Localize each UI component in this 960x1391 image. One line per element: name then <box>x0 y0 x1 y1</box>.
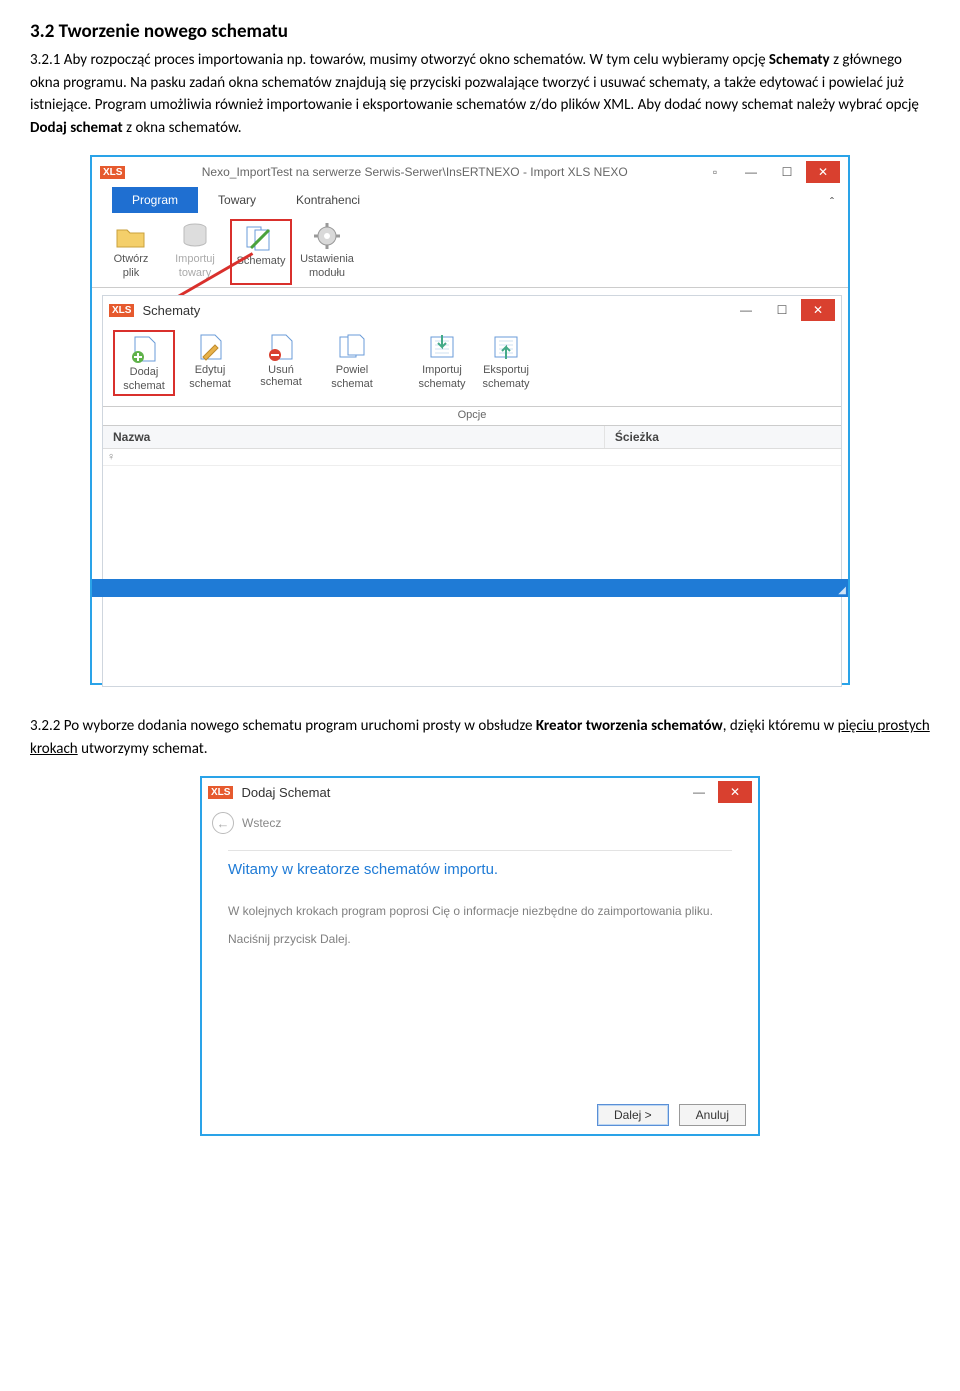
schematy-icon <box>244 223 278 253</box>
titlebar: XLS Nexo_ImportTest na serwerze Serwis-S… <box>92 157 848 187</box>
highlighted-group: Schematy <box>230 219 292 285</box>
xls-badge-icon: XLS <box>208 786 233 799</box>
schematy-subwindow: XLS Schematy — ☐ ✕ Dodaj schemat <box>102 295 842 687</box>
wizard-body: Witamy w kreatorze schematów importu. W … <box>202 840 758 970</box>
window-title: Nexo_ImportTest na serwerze Serwis-Serwe… <box>133 165 696 179</box>
text: z okna schematów. <box>123 119 242 137</box>
text: utworzymy schemat. <box>78 740 208 758</box>
column-nazwa[interactable]: Nazwa <box>103 426 605 448</box>
label: modułu <box>309 267 345 279</box>
highlighted-dodaj: Dodaj schemat <box>113 330 175 396</box>
wizard-back-row: ← Wstecz <box>202 806 758 840</box>
label: schemat <box>331 378 373 390</box>
close-button[interactable]: ✕ <box>718 781 752 803</box>
label: Powiel <box>336 364 368 376</box>
usun-schemat-button[interactable]: Usuń schemat <box>245 330 317 404</box>
importuj-schematy-button[interactable]: Importuj schematy <box>413 330 471 392</box>
label: Importuj <box>175 253 215 265</box>
wizard-heading: Witamy w kreatorze schematów importu. <box>228 850 732 904</box>
import-icon <box>425 332 459 362</box>
minimize-button[interactable]: — <box>729 299 763 321</box>
collapse-ribbon-icon[interactable]: ˆ <box>816 191 848 213</box>
edytuj-schemat-button[interactable]: Edytuj schemat <box>181 330 239 392</box>
label: Edytuj <box>195 364 226 376</box>
database-icon <box>178 221 212 251</box>
wizard-footer: Dalej > Anuluj <box>597 1104 746 1126</box>
gear-icon <box>310 221 344 251</box>
section-heading: 3.2 Tworzenie nowego schematu <box>30 20 930 43</box>
minimize-button[interactable]: — <box>682 781 716 803</box>
ribbon-group-label: Opcje <box>103 407 841 426</box>
column-sciezka[interactable]: Ścieżka <box>605 426 841 448</box>
spacer <box>259 269 262 281</box>
subwindow-title: Schematy <box>142 303 200 318</box>
tab-program[interactable]: Program <box>112 187 198 213</box>
wizard-titlebar: XLS Dodaj Schemat — ✕ <box>202 778 758 806</box>
edit-document-icon <box>193 332 227 362</box>
table-header: Nazwa Ścieżka <box>103 426 841 449</box>
subwindow-titlebar: XLS Schematy — ☐ ✕ <box>103 296 841 324</box>
screenshot-main-window: XLS Nexo_ImportTest na serwerze Serwis-S… <box>90 155 850 685</box>
label: schematy <box>418 378 465 390</box>
label: schemat <box>189 378 231 390</box>
bold-dodaj-schemat: Dodaj schemat <box>30 119 123 137</box>
label: Usuń schemat <box>247 364 315 388</box>
xls-badge-icon: XLS <box>100 166 125 179</box>
tab-towary[interactable]: Towary <box>198 187 276 213</box>
screenshot-wizard-window: XLS Dodaj Schemat — ✕ ← Wstecz Witamy w … <box>200 776 760 1136</box>
powiel-schemat-button[interactable]: Powiel schemat <box>323 330 381 392</box>
tab-kontrahenci[interactable]: Kontrahenci <box>276 187 380 213</box>
otworz-plik-button[interactable]: Otwórz plik <box>102 219 160 281</box>
text: 3.2.2 Po wyborze dodania nowego schematu… <box>30 717 536 735</box>
label: schemat <box>123 380 165 392</box>
close-button[interactable]: ✕ <box>801 299 835 321</box>
filter-icon: ♀ <box>103 449 115 465</box>
minimize-button[interactable]: — <box>734 161 768 183</box>
close-button[interactable]: ✕ <box>806 161 840 183</box>
ribbon-state-icon[interactable]: ▫ <box>698 161 732 183</box>
paragraph-321: 3.2.1 Aby rozpocząć proces importowania … <box>30 49 930 139</box>
label: plik <box>123 267 140 279</box>
label: Otwórz <box>114 253 149 265</box>
bold-schematy: Schematy <box>769 51 830 69</box>
wizard-text-1: W kolejnych krokach program poprosi Cię … <box>228 904 732 918</box>
dodaj-schemat-button[interactable]: Dodaj schemat <box>115 332 173 394</box>
maximize-button[interactable]: ☐ <box>770 161 804 183</box>
subwindow-ribbon: Dodaj schemat Edytuj schemat Usuń schema… <box>103 324 841 407</box>
wizard-title: Dodaj Schemat <box>241 785 330 800</box>
text: 3.2.1 Aby rozpocząć proces importowania … <box>30 51 769 69</box>
label: Importuj <box>422 364 462 376</box>
dalej-button[interactable]: Dalej > <box>597 1104 669 1126</box>
schematy-button[interactable]: Schematy <box>232 221 290 283</box>
add-document-icon <box>127 334 161 364</box>
ribbon-body: Otwórz plik Importuj towary Schematy Us <box>92 213 848 288</box>
delete-document-icon <box>264 332 298 362</box>
maximize-button[interactable]: ☐ <box>765 299 799 321</box>
folder-open-icon <box>114 221 148 251</box>
importuj-towary-button: Importuj towary <box>166 219 224 281</box>
label: Ustawienia <box>300 253 354 265</box>
wizard-text-2: Naciśnij przycisk Dalej. <box>228 932 732 946</box>
ribbon-tabs: Program Towary Kontrahenci ˆ <box>92 187 848 213</box>
anuluj-button[interactable]: Anuluj <box>679 1104 746 1126</box>
back-arrow-icon: ← <box>212 812 234 834</box>
table-body-empty <box>103 466 841 686</box>
label: Eksportuj <box>483 364 529 376</box>
back-label: Wstecz <box>242 816 281 830</box>
duplicate-document-icon <box>335 332 369 362</box>
export-icon <box>489 332 523 362</box>
ustawienia-modulu-button[interactable]: Ustawienia modułu <box>298 219 356 281</box>
label: schematy <box>482 378 529 390</box>
spacer <box>279 390 282 402</box>
paragraph-322: 3.2.2 Po wyborze dodania nowego schematu… <box>30 715 930 760</box>
eksportuj-schematy-button[interactable]: Eksportuj schematy <box>477 330 535 392</box>
bold-kreator: Kreator tworzenia schematów <box>536 717 723 735</box>
label: Dodaj <box>130 366 159 378</box>
xls-badge-icon: XLS <box>109 304 134 317</box>
resize-grip-icon[interactable]: ◢ <box>838 585 846 596</box>
table-filter-row[interactable]: ♀ <box>103 449 841 466</box>
text: , dzięki któremu w <box>723 717 838 735</box>
status-bar: ◢ <box>92 579 848 597</box>
